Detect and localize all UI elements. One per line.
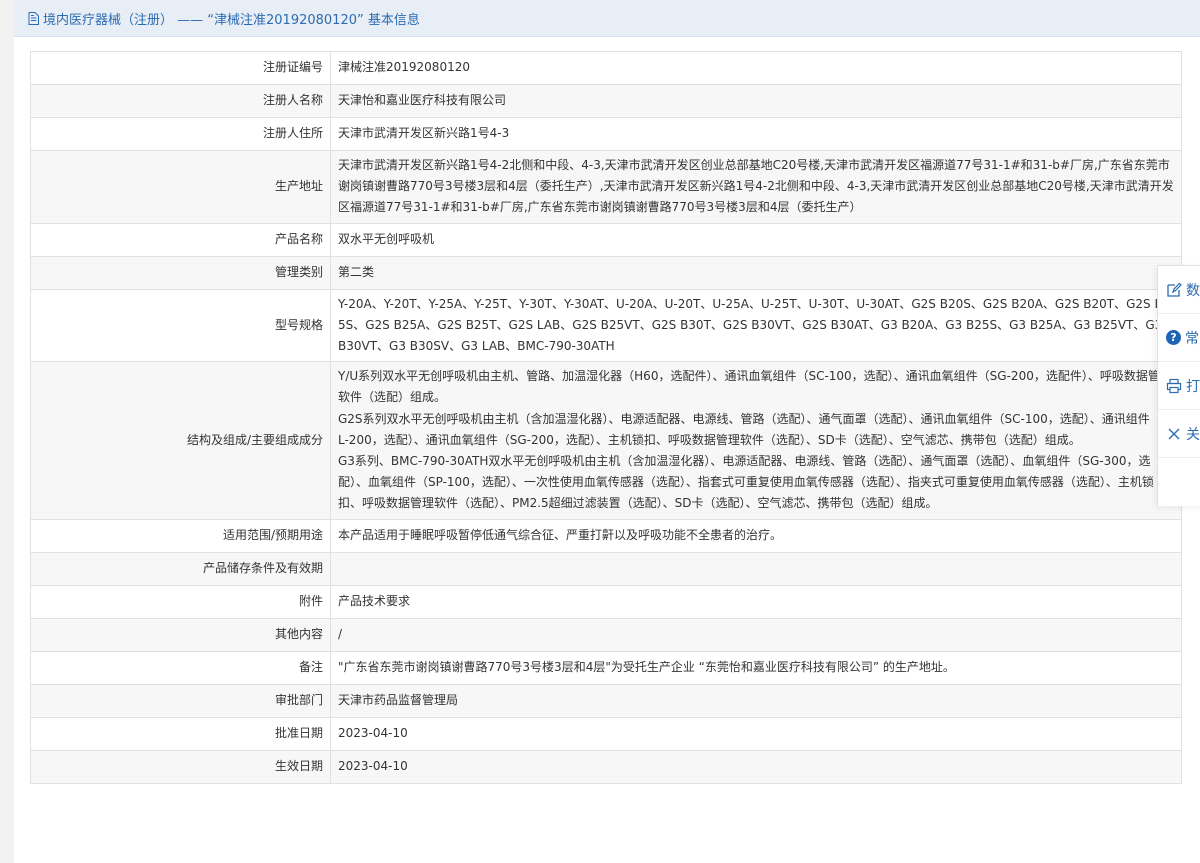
table-row: 产品名称 双水平无创呼吸机 bbox=[30, 222, 1182, 257]
row-value-composition: Y/U系列双水平无创呼吸机由主机、管路、加温湿化器（H60，选配件）、通讯血氧组… bbox=[330, 361, 1182, 520]
print-icon bbox=[1166, 378, 1182, 393]
row-value: / bbox=[330, 617, 1182, 652]
close-icon bbox=[1168, 428, 1180, 439]
composition-paragraph: Y/U系列双水平无创呼吸机由主机、管路、加温湿化器（H60，选配件）、通讯血氧组… bbox=[338, 369, 1172, 405]
help-icon: ? bbox=[1166, 330, 1181, 345]
floating-toolbar: 数 ? 常 打 关 bbox=[1157, 265, 1200, 506]
row-label: 型号规格 bbox=[30, 288, 331, 363]
table-row: 附件 产品技术要求 bbox=[30, 584, 1182, 619]
table-row: 生产地址 天津市武清开发区新兴路1号4-2北侧和中段、4-3,天津市武清开发区创… bbox=[30, 150, 1182, 224]
row-label: 注册人名称 bbox=[30, 84, 331, 118]
row-label: 注册人住所 bbox=[30, 117, 331, 151]
toolbar-item-print[interactable]: 打 bbox=[1158, 362, 1200, 410]
table-row: 生效日期 2023-04-10 bbox=[30, 749, 1182, 784]
row-label: 审批部门 bbox=[30, 683, 331, 718]
table-row: 注册证编号 津械注准20192080120 bbox=[30, 51, 1182, 85]
row-label: 备注 bbox=[30, 650, 331, 685]
row-label: 管理类别 bbox=[30, 255, 331, 290]
composition-paragraph: G3系列、BMC-790-30ATH双水平无创呼吸机由主机（含加温湿化器）、电源… bbox=[338, 454, 1154, 511]
row-value: 天津怡和嘉业医疗科技有限公司 bbox=[330, 84, 1182, 118]
row-value: 产品技术要求 bbox=[330, 584, 1182, 619]
row-label: 其他内容 bbox=[30, 617, 331, 652]
table-row: 批准日期 2023-04-10 bbox=[30, 716, 1182, 751]
row-value: 天津市武清开发区新兴路1号4-2北侧和中段、4-3,天津市武清开发区创业总部基地… bbox=[330, 150, 1182, 224]
row-label: 产品储存条件及有效期 bbox=[30, 551, 331, 586]
row-label: 批准日期 bbox=[30, 716, 331, 751]
toolbar-item-label: 关 bbox=[1186, 426, 1200, 443]
table-row: 管理类别 第二类 bbox=[30, 255, 1182, 290]
row-label: 适用范围/预期用途 bbox=[30, 518, 331, 553]
row-value: 双水平无创呼吸机 bbox=[330, 222, 1182, 257]
toolbar-item-faq[interactable]: ? 常 bbox=[1158, 314, 1200, 362]
toolbar-item-close[interactable]: 关 bbox=[1158, 410, 1200, 458]
info-table: 注册证编号 津械注准20192080120 注册人名称 天津怡和嘉业医疗科技有限… bbox=[30, 51, 1182, 784]
row-label: 生效日期 bbox=[30, 749, 331, 784]
table-row: 审批部门 天津市药品监督管理局 bbox=[30, 683, 1182, 718]
row-label: 生产地址 bbox=[30, 150, 331, 224]
table-row: 产品储存条件及有效期 bbox=[30, 551, 1182, 586]
toolbar-item-label: 打 bbox=[1186, 378, 1200, 395]
row-value bbox=[330, 551, 1182, 586]
table-row: 注册人名称 天津怡和嘉业医疗科技有限公司 bbox=[30, 84, 1182, 118]
info-content: 注册证编号 津械注准20192080120 注册人名称 天津怡和嘉业医疗科技有限… bbox=[14, 37, 1200, 784]
table-row: 结构及组成/主要组成成分 Y/U系列双水平无创呼吸机由主机、管路、加温湿化器（H… bbox=[30, 361, 1182, 520]
table-row: 备注 "广东省东莞市谢岗镇谢曹路770号3号楼3层和4层"为受托生产企业 “东莞… bbox=[30, 650, 1182, 685]
row-value: Y-20A、Y-20T、Y-25A、Y-25T、Y-30T、Y-30AT、U-2… bbox=[330, 288, 1182, 363]
row-value: 天津市药品监督管理局 bbox=[330, 683, 1182, 718]
row-label: 注册证编号 bbox=[30, 51, 331, 85]
composition-paragraph: G2S系列双水平无创呼吸机由主机（含加温湿化器）、电源适配器、电源线、管路（选配… bbox=[338, 411, 1174, 447]
row-label: 附件 bbox=[30, 584, 331, 619]
row-value: 津械注准20192080120 bbox=[330, 51, 1182, 85]
row-value: 本产品适用于睡眠呼吸暂停低通气综合征、严重打鼾以及呼吸功能不全患者的治疗。 bbox=[330, 518, 1182, 553]
toolbar-item-label: 常 bbox=[1185, 330, 1199, 347]
table-row: 其他内容 / bbox=[30, 617, 1182, 652]
toolbar-item-label: 数 bbox=[1186, 282, 1200, 299]
row-label: 结构及组成/主要组成成分 bbox=[30, 361, 331, 520]
table-row: 型号规格 Y-20A、Y-20T、Y-25A、Y-25T、Y-30T、Y-30A… bbox=[30, 288, 1182, 363]
document-icon bbox=[28, 11, 39, 25]
row-value: 第二类 bbox=[330, 255, 1182, 290]
row-value: 天津市武清开发区新兴路1号4-3 bbox=[330, 117, 1182, 151]
edit-icon bbox=[1167, 282, 1182, 297]
row-label: 产品名称 bbox=[30, 222, 331, 257]
panel-header: 境内医疗器械（注册） —— “津械注准20192080120” 基本信息 bbox=[14, 0, 1200, 37]
table-row: 适用范围/预期用途 本产品适用于睡眠呼吸暂停低通气综合征、严重打鼾以及呼吸功能不… bbox=[30, 518, 1182, 553]
toolbar-item-data[interactable]: 数 bbox=[1158, 266, 1200, 314]
row-value: 2023-04-10 bbox=[330, 716, 1182, 751]
detail-panel: 境内医疗器械（注册） —— “津械注准20192080120” 基本信息 注册证… bbox=[14, 0, 1200, 863]
table-row: 注册人住所 天津市武清开发区新兴路1号4-3 bbox=[30, 117, 1182, 151]
row-value: 2023-04-10 bbox=[330, 749, 1182, 784]
row-value: "广东省东莞市谢岗镇谢曹路770号3号楼3层和4层"为受托生产企业 “东莞怡和嘉… bbox=[330, 650, 1182, 685]
page-title: 境内医疗器械（注册） —— “津械注准20192080120” 基本信息 bbox=[43, 12, 420, 28]
